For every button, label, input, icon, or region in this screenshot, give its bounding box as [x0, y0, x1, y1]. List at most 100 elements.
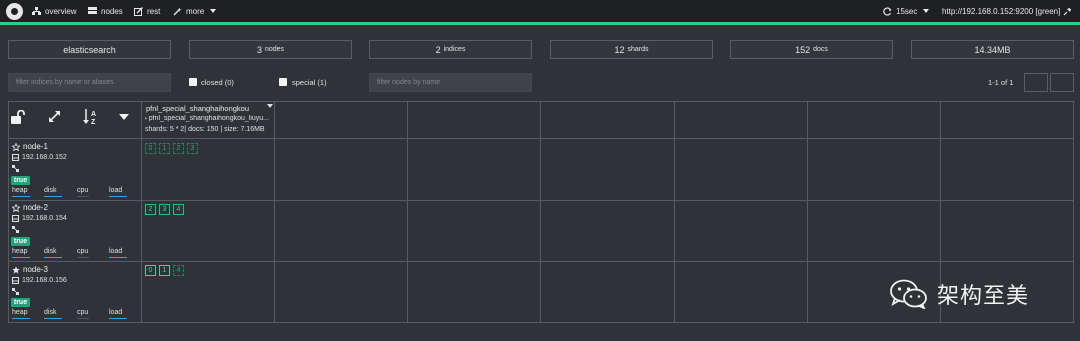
shard-replica[interactable]: 1: [159, 143, 170, 154]
stat-docs: 152 docs: [730, 40, 893, 59]
watermark-text: 架构至美: [937, 284, 1030, 309]
heap-label: heap: [12, 187, 28, 194]
wand-icon: [173, 7, 182, 15]
index-name[interactable]: pfnl_special_shanghaihongkou: [146, 104, 249, 113]
pin-button[interactable]: [1063, 5, 1072, 17]
docs-count: 152: [795, 44, 811, 55]
shard[interactable]: 3: [159, 204, 170, 215]
closed-label: closed (0): [201, 78, 234, 87]
cpu-bar: [77, 257, 89, 258]
master-badge: true: [11, 176, 30, 185]
indices-filter-input[interactable]: filter indices by name or aliases: [8, 73, 171, 92]
refresh-selector[interactable]: 15sec: [883, 5, 930, 17]
load-label: load: [109, 309, 123, 316]
nav-rest[interactable]: rest: [134, 5, 160, 17]
caret-down-icon: [210, 9, 217, 13]
hdd-icon: [12, 215, 19, 222]
star-outline-icon: [12, 203, 20, 212]
nav-overview-label: overview: [45, 6, 77, 16]
stat-nodes: 3 nodes: [189, 40, 352, 59]
caret-down-icon: [923, 9, 930, 13]
cluster-health-bar: [0, 22, 1080, 25]
cpu-label: cpu: [77, 309, 89, 316]
logo-icon[interactable]: [6, 3, 23, 20]
indices-count: 2: [435, 44, 441, 55]
load-bar: [109, 318, 127, 319]
star-outline-icon: [12, 142, 20, 151]
load-label: load: [109, 248, 123, 255]
svg-text:Z: Z: [91, 119, 96, 125]
nav-overview[interactable]: overview: [32, 5, 77, 17]
stat-size: 14.34MB: [911, 40, 1074, 59]
index-alias[interactable]: pfnl_special_shanghaihongkou_liuyu...: [145, 115, 269, 122]
grid-divider: [141, 101, 142, 323]
page-prev-button[interactable]: [1024, 73, 1048, 92]
nav-rest-label: rest: [147, 6, 161, 16]
nodes-count: 3: [256, 44, 262, 55]
pagination-text: 1-1 of 1: [988, 78, 1014, 87]
shard-replica[interactable]: 3: [187, 143, 198, 154]
expand-icon[interactable]: [48, 110, 61, 123]
shard[interactable]: 2: [145, 204, 156, 215]
node-name-text: node-1: [23, 142, 48, 151]
disk-bar: [44, 318, 62, 319]
grid-divider: [674, 101, 675, 323]
watermark: 架构至美: [890, 278, 1029, 310]
node-name[interactable]: node-2: [12, 203, 48, 212]
indices-unit: indices: [443, 46, 466, 53]
shards-unit: shards: [627, 46, 649, 53]
shard-replica[interactable]: 2: [173, 143, 184, 154]
refresh-icon: [883, 6, 892, 16]
heap-bar: [12, 257, 30, 258]
master-badge: true: [11, 298, 30, 307]
load-bar: [109, 196, 127, 197]
node-ip: 192.168.0.154: [12, 215, 67, 222]
nodes-filter-input[interactable]: filter nodes by name: [369, 73, 532, 92]
grid-divider: [540, 101, 541, 323]
disk-bar: [44, 257, 62, 258]
shard[interactable]: 1: [159, 265, 170, 276]
heap-label: heap: [12, 309, 28, 316]
node-name[interactable]: node-3: [12, 265, 48, 274]
node-roles-icon: [12, 226, 19, 233]
star-filled-icon: [12, 265, 20, 273]
disk-label: disk: [44, 187, 57, 194]
node-name[interactable]: node-1: [12, 142, 48, 151]
closed-checkbox[interactable]: [189, 78, 197, 86]
grid-divider: [8, 200, 1074, 201]
shard-replica[interactable]: 0: [145, 143, 156, 154]
grid-divider: [8, 138, 1074, 139]
grid-divider: [407, 101, 408, 323]
top-navbar: overview nodes rest more 15sec http://19…: [0, 0, 1080, 22]
unlock-icon[interactable]: [11, 110, 26, 124]
stat-shards: 12 shards: [550, 40, 713, 59]
index-stats: shards: 5 * 2| docs: 150 | size: 7.16MB: [145, 126, 265, 133]
shard-replica[interactable]: 4: [173, 265, 184, 276]
hdd-icon: [12, 277, 19, 284]
wechat-icon: [890, 279, 927, 309]
cpu-bar: [77, 318, 89, 319]
node-ip-text: 192.168.0.154: [22, 215, 67, 222]
cluster-url[interactable]: http://192.168.0.152:9200 [green]: [942, 5, 1060, 17]
stat-indices: 2 indices: [369, 40, 532, 59]
sort-az-icon[interactable]: A Z: [83, 108, 99, 125]
cpu-label: cpu: [77, 248, 89, 255]
special-label: special (1): [292, 78, 327, 87]
nav-nodes[interactable]: nodes: [88, 5, 123, 17]
hdd-icon: [12, 154, 19, 161]
nav-more[interactable]: more: [173, 5, 217, 17]
cpu-label: cpu: [77, 187, 89, 194]
nav-more-label: more: [186, 6, 205, 16]
cpu-bar: [77, 196, 89, 197]
heap-label: heap: [12, 248, 28, 255]
shard[interactable]: 4: [173, 204, 184, 215]
index-menu-caret-icon[interactable]: [267, 104, 273, 108]
page-next-button[interactable]: [1050, 73, 1074, 92]
shard[interactable]: 0: [145, 265, 156, 276]
pin-icon: [1063, 7, 1071, 15]
caret-down-icon[interactable]: [119, 114, 129, 120]
nav-nodes-label: nodes: [101, 6, 123, 16]
master-badge: true: [11, 237, 30, 246]
special-checkbox[interactable]: [279, 78, 287, 86]
index-alias-text: pfnl_special_shanghaihongkou_liuyu...: [148, 115, 269, 122]
